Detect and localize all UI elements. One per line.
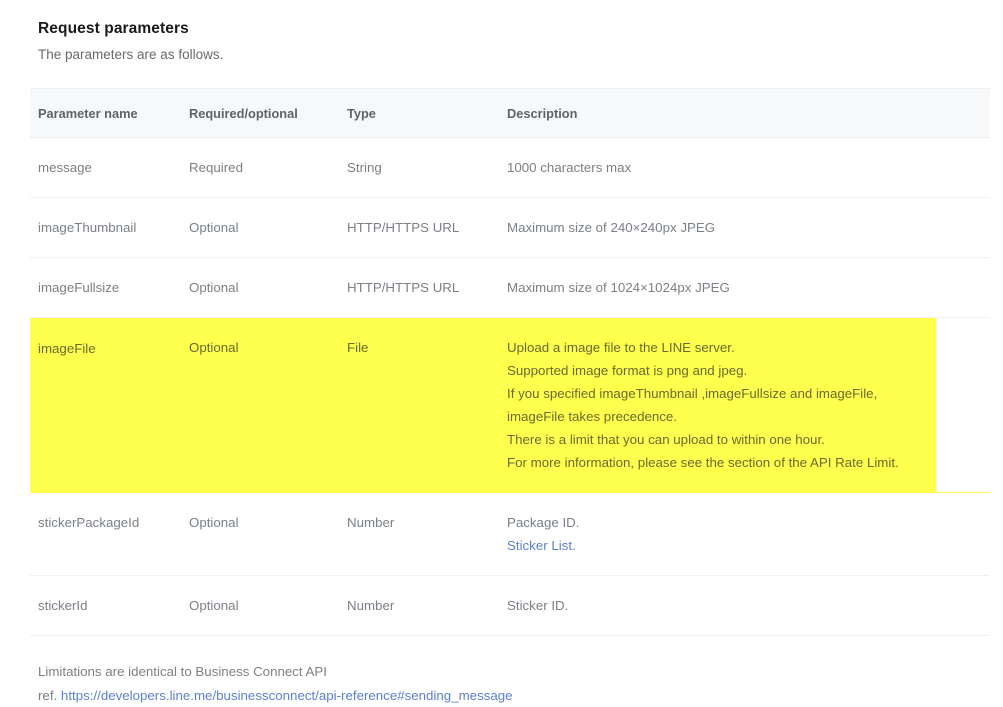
cell-parameter-name: stickerPackageId	[30, 493, 181, 576]
cell-required-optional: Optional	[181, 576, 339, 636]
column-header-description: Description	[499, 89, 990, 138]
table-header-row: Parameter name Required/optional Type De…	[30, 89, 990, 138]
table-body: messageRequiredString 1000 characters max…	[30, 138, 990, 636]
content-area: Request parameters The parameters are as…	[30, 0, 990, 707]
description-line: For more information, please see the sec…	[507, 451, 990, 474]
cell-type: String	[339, 138, 499, 198]
cell-parameter-name: imageThumbnail	[30, 198, 181, 258]
cell-type: File	[339, 318, 499, 493]
column-header-type: Type	[339, 89, 499, 138]
cell-description: Maximum size of 240×240px JPEG	[499, 198, 990, 258]
table-row: imageFullsizeOptionalHTTP/HTTPS URL Maxim…	[30, 258, 990, 318]
table-row: stickerIdOptionalNumber Sticker ID.	[30, 576, 990, 636]
cell-type: Number	[339, 493, 499, 576]
cell-type: HTTP/HTTPS URL	[339, 198, 499, 258]
description-line: Maximum size of 1024×1024px JPEG	[507, 276, 990, 299]
sticker-list-link[interactable]: Sticker List.	[507, 534, 990, 557]
table-row: imageThumbnailOptionalHTTP/HTTPS URL Maxi…	[30, 198, 990, 258]
description-line: If you specified imageThumbnail ,imageFu…	[507, 382, 990, 405]
left-gutter	[0, 0, 30, 649]
cell-required-optional: Optional	[181, 198, 339, 258]
description-line: Sticker ID.	[507, 594, 990, 617]
description-line: Upload a image file to the LINE server.	[507, 336, 990, 359]
footer-reference-line: ref. https://developers.line.me/business…	[38, 683, 990, 707]
cell-description: 1000 characters max	[499, 138, 990, 198]
description-line: imageFile takes precedence.	[507, 405, 990, 428]
cell-required-optional: Optional	[181, 493, 339, 576]
documentation-page: Request parameters The parameters are as…	[0, 0, 1003, 649]
table-row: messageRequiredString 1000 characters max	[30, 138, 990, 198]
cell-parameter-name: imageFile	[30, 318, 181, 493]
description-line: Maximum size of 240×240px JPEG	[507, 216, 990, 239]
column-header-required-optional: Required/optional	[181, 89, 339, 138]
footer-limitations-text: Limitations are identical to Business Co…	[38, 660, 990, 683]
cell-required-optional: Optional	[181, 258, 339, 318]
cell-description: Upload a image file to the LINE server.S…	[499, 318, 990, 493]
description-line: Package ID.	[507, 511, 990, 534]
cell-required-optional: Required	[181, 138, 339, 198]
cell-required-optional: Optional	[181, 318, 339, 493]
table-header: Parameter name Required/optional Type De…	[30, 89, 990, 138]
cell-description: Maximum size of 1024×1024px JPEG	[499, 258, 990, 318]
table-row: stickerPackageIdOptionalNumberPackage ID…	[30, 493, 990, 576]
cell-type: HTTP/HTTPS URL	[339, 258, 499, 318]
cell-parameter-name: stickerId	[30, 576, 181, 636]
table-row: imageFileOptionalFileUpload a image file…	[30, 318, 990, 493]
description-line: Supported image format is png and jpeg.	[507, 359, 990, 382]
description-line: There is a limit that you can upload to …	[507, 428, 990, 451]
cell-description: Sticker ID.	[499, 576, 990, 636]
cell-parameter-name: imageFullsize	[30, 258, 181, 318]
cell-description: Package ID.Sticker List.	[499, 493, 990, 576]
description-line: 1000 characters max	[507, 156, 990, 179]
footer-notes: Limitations are identical to Business Co…	[30, 636, 990, 707]
cell-parameter-name: message	[30, 138, 181, 198]
business-connect-api-reference-link[interactable]: https://developers.line.me/businessconne…	[61, 688, 513, 703]
request-parameters-table: Parameter name Required/optional Type De…	[30, 88, 990, 636]
page-subtitle: The parameters are as follows.	[30, 38, 990, 62]
cell-type: Number	[339, 576, 499, 636]
column-header-parameter-name: Parameter name	[30, 89, 181, 138]
page-title: Request parameters	[30, 0, 990, 38]
footer-ref-label: ref.	[38, 688, 57, 703]
